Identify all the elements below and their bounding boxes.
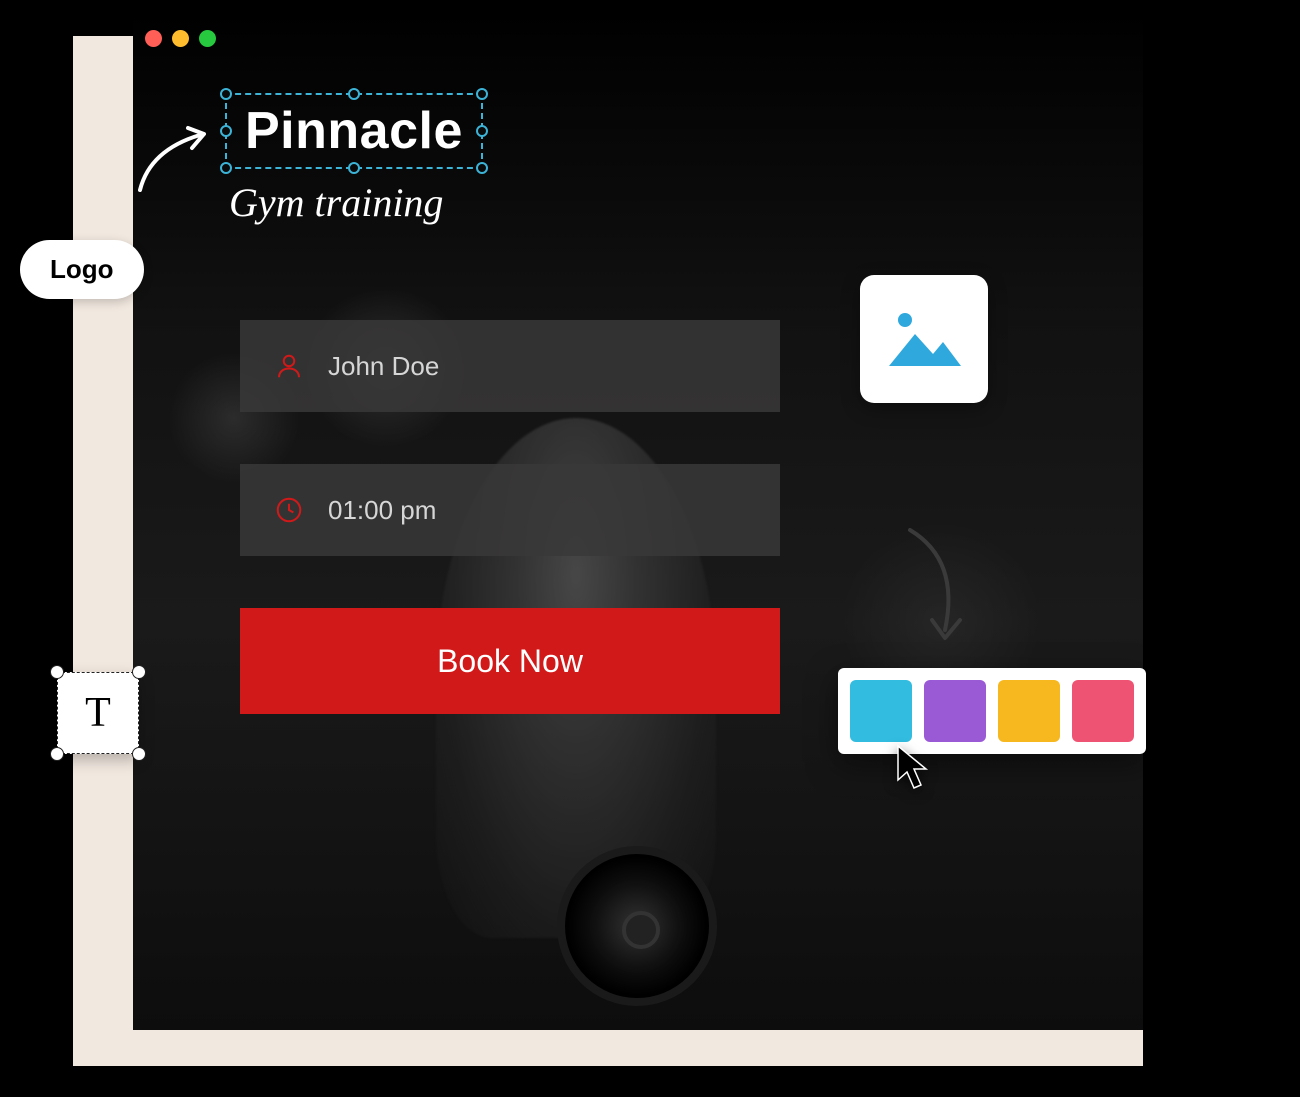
selection-handle[interactable] xyxy=(476,88,488,100)
image-placeholder-tile[interactable] xyxy=(860,275,988,403)
book-now-button[interactable]: Book Now xyxy=(240,608,780,714)
color-swatch-4[interactable] xyxy=(1072,680,1134,742)
weight-plate-graphic xyxy=(557,846,717,1006)
color-palette xyxy=(838,668,1146,754)
logo-title-text[interactable]: Pinnacle xyxy=(245,101,463,161)
logo-subtitle-text[interactable]: Gym training xyxy=(225,179,483,226)
window-maximize-dot[interactable] xyxy=(199,30,216,47)
book-now-label: Book Now xyxy=(437,643,583,680)
time-field[interactable]: 01:00 pm xyxy=(240,464,780,556)
selection-handle[interactable] xyxy=(476,162,488,174)
name-field-value: John Doe xyxy=(328,351,439,382)
text-object-widget[interactable]: T xyxy=(57,672,139,754)
selection-handle[interactable] xyxy=(348,88,360,100)
person-icon xyxy=(274,351,304,381)
text-widget-glyph: T xyxy=(85,689,111,737)
logo-selection-box[interactable]: Pinnacle xyxy=(225,93,483,169)
selection-handle[interactable] xyxy=(220,88,232,100)
background-strip-horizontal xyxy=(73,1025,1143,1066)
booking-form: John Doe 01:00 pm Book Now xyxy=(240,320,780,714)
selection-handle[interactable] xyxy=(476,125,488,137)
clock-icon xyxy=(274,495,304,525)
selection-handle[interactable] xyxy=(220,125,232,137)
window-traffic-lights xyxy=(145,30,216,47)
selection-handle[interactable] xyxy=(50,665,64,679)
selection-handle[interactable] xyxy=(132,747,146,761)
color-swatch-1[interactable] xyxy=(850,680,912,742)
image-icon xyxy=(883,304,965,374)
arrow-to-logo-icon xyxy=(130,120,220,200)
logo-label-pill[interactable]: Logo xyxy=(20,240,144,299)
selection-handle[interactable] xyxy=(220,162,232,174)
selection-handle[interactable] xyxy=(50,747,64,761)
window-close-dot[interactable] xyxy=(145,30,162,47)
window-minimize-dot[interactable] xyxy=(172,30,189,47)
logo-pill-text: Logo xyxy=(50,254,114,284)
selection-handle[interactable] xyxy=(132,665,146,679)
arrow-to-palette-icon xyxy=(890,520,980,660)
cursor-icon xyxy=(894,744,934,792)
color-swatch-3[interactable] xyxy=(998,680,1060,742)
logo-edit-group[interactable]: Pinnacle Gym training xyxy=(225,93,483,226)
name-field[interactable]: John Doe xyxy=(240,320,780,412)
color-swatch-2[interactable] xyxy=(924,680,986,742)
time-field-value: 01:00 pm xyxy=(328,495,436,526)
selection-handle[interactable] xyxy=(348,162,360,174)
